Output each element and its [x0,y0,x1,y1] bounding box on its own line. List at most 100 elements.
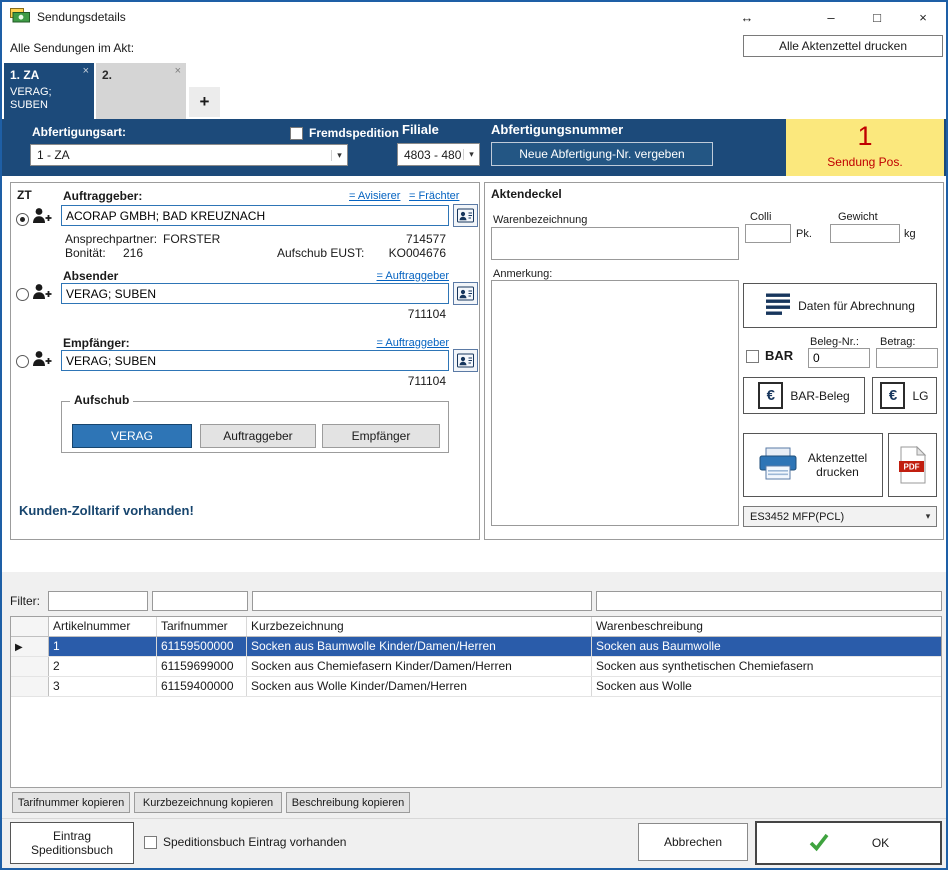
gewicht-input[interactable] [830,224,900,243]
cell-artikelnummer[interactable]: 3 [49,677,157,696]
filiale-select[interactable]: 4803 - 480 ▾ [397,143,480,166]
printer-value: ES3452 MFP(PCL) [744,511,920,523]
aufschub-empfaenger-button[interactable]: Empfänger [322,424,440,448]
auftraggeber-label: Auftraggeber: [63,189,142,203]
zt-radio-empfaenger[interactable] [16,355,29,368]
printer-select[interactable]: ES3452 MFP(PCL) ▾ [743,506,937,527]
ok-button[interactable]: OK [755,821,942,865]
cell-kurzbezeichnung[interactable]: Socken aus Wolle Kinder/Damen/Herren [247,677,592,696]
cell-warenbeschreibung[interactable]: Socken aus Wolle [592,677,941,696]
add-tab-button[interactable]: + [189,87,220,117]
maximize-button[interactable]: □ [854,2,900,32]
beschreibung-kopieren-button[interactable]: Beschreibung kopieren [286,792,410,813]
aktenzettel-drucken-button[interactable]: Aktenzettel drucken [743,433,883,497]
tab-sendung-1[interactable]: 1. ZA VERAG; SUBEN × [4,63,94,119]
contact-card-button[interactable] [453,349,478,372]
cell-artikelnummer[interactable]: 2 [49,657,157,676]
bar-beleg-button[interactable]: € BAR-Beleg [743,377,865,414]
aufschub-eust-value: KO004676 [341,246,446,260]
table-row[interactable]: ▶ 1 61159500000 Socken aus Baumwolle Kin… [11,637,941,657]
artikel-section: Filter: Artikelnummer Tarifnummer Kurzbe… [2,572,946,868]
cell-kurzbezeichnung[interactable]: Socken aus Chemiefasern Kinder/Damen/Her… [247,657,592,676]
bar-checkbox[interactable] [746,350,759,363]
anmerkung-textarea[interactable] [491,280,739,526]
absender-label: Absender [63,269,118,283]
absender-input[interactable] [61,283,449,304]
daten-fuer-abrechnung-button[interactable]: Daten für Abrechnung [743,283,937,328]
speditionsbuch-checkbox[interactable] [144,836,157,849]
aktendeckel-panel: Aktendeckel Warenbezeichnung Anmerkung: … [484,182,944,540]
bonitaet-label: Bonität: [65,246,106,260]
person-add-icon[interactable] [31,206,53,227]
table-row[interactable]: 2 61159699000 Socken aus Chemiefasern Ki… [11,657,941,677]
pdf-button[interactable]: PDF [888,433,937,497]
cell-tarifnummer[interactable]: 61159500000 [157,637,247,656]
absender-auftraggeber-link[interactable]: = Auftraggeber [341,270,449,282]
column-header-tarifnummer[interactable]: Tarifnummer [157,617,247,636]
colli-input[interactable] [745,224,791,243]
aufschub-verag-button[interactable]: VERAG [72,424,192,448]
table-row[interactable]: 3 61159400000 Socken aus Wolle Kinder/Da… [11,677,941,697]
ansprechpartner-value: FORSTER [163,232,220,246]
empfaenger-auftraggeber-link[interactable]: = Auftraggeber [341,337,449,349]
cell-kurzbezeichnung[interactable]: Socken aus Baumwolle Kinder/Damen/Herren [247,637,592,656]
cell-tarifnummer[interactable]: 61159699000 [157,657,247,676]
list-lines-icon [765,292,791,319]
colli-label: Colli [750,211,771,223]
avisierer-link[interactable]: = Avisierer [349,190,400,202]
tab-sendung-2[interactable]: 2. × [96,63,186,119]
pk-label: Pk. [796,228,812,240]
pdf-icon: PDF [898,446,928,484]
close-button[interactable]: × [900,2,946,32]
lg-label: LG [912,389,928,403]
close-tab-icon[interactable]: × [175,65,181,77]
filter-warenbeschreibung-input[interactable] [596,591,942,611]
zt-radio-absender[interactable] [16,288,29,301]
sendungsdetails-window: Sendungsdetails ↔ – □ × Alle Sendungen i… [0,0,948,870]
kurzbezeichnung-kopieren-button[interactable]: Kurzbezeichnung kopieren [134,792,282,813]
row-indicator: ▶ [11,637,49,656]
chevron-down-icon: ▾ [920,511,936,522]
close-tab-icon[interactable]: × [83,65,89,77]
alle-aktenzettel-drucken-button[interactable]: Alle Aktenzettel drucken [743,35,943,57]
fraechter-link[interactable]: = Frächter [409,190,459,202]
warenbezeichnung-input[interactable] [491,227,739,260]
neue-abfertigungsnr-button[interactable]: Neue Abfertigung-Nr. vergeben [491,142,713,166]
lg-button[interactable]: € LG [872,377,937,414]
absender-number: 711104 [341,307,446,321]
ansprechpartner-label: Ansprechpartner: [65,232,157,246]
fremdspedition-checkbox[interactable] [290,127,303,140]
column-header-warenbeschreibung[interactable]: Warenbeschreibung [592,617,941,636]
beleg-nr-input[interactable] [808,348,870,368]
cell-artikelnummer[interactable]: 1 [49,637,157,656]
cell-warenbeschreibung[interactable]: Socken aus synthetischen Chemiefasern [592,657,941,676]
person-add-icon[interactable] [31,349,53,370]
person-add-icon[interactable] [31,282,53,303]
app-icon [10,8,30,26]
betrag-input[interactable] [876,348,938,368]
minimize-button[interactable]: – [808,2,854,32]
speditionsbuch-checkbox-label: Speditionsbuch Eintrag vorhanden [163,835,346,849]
empfaenger-input[interactable] [61,350,449,371]
contact-card-button[interactable] [453,282,478,305]
zt-radio-auftraggeber[interactable] [16,213,29,226]
filter-kurzbezeichnung-input[interactable] [252,591,592,611]
abbrechen-button[interactable]: Abbrechen [638,823,748,861]
cell-tarifnummer[interactable]: 61159400000 [157,677,247,696]
contact-card-button[interactable] [453,204,478,227]
tarifnummer-kopieren-button[interactable]: Tarifnummer kopieren [12,792,130,813]
column-header-artikelnummer[interactable]: Artikelnummer [49,617,157,636]
filter-artikelnummer-input[interactable] [48,591,148,611]
check-icon [808,832,830,855]
euro-document-icon: € [758,382,783,409]
auftraggeber-input[interactable] [61,205,449,226]
filter-tarifnummer-input[interactable] [152,591,248,611]
column-header-kurzbezeichnung[interactable]: Kurzbezeichnung [247,617,592,636]
aufschub-auftraggeber-button[interactable]: Auftraggeber [200,424,316,448]
abfertigungsart-select[interactable]: 1 - ZA ▾ [30,144,348,166]
parteien-panel: ZT Auftraggeber: = Avisierer = Frächter … [10,182,480,540]
cell-warenbeschreibung[interactable]: Socken aus Baumwolle [592,637,941,656]
resize-arrows-icon[interactable]: ↔ [724,2,770,32]
bonitaet-value: 216 [123,246,143,260]
eintrag-speditionsbuch-button[interactable]: Eintrag Speditionsbuch [10,822,134,864]
